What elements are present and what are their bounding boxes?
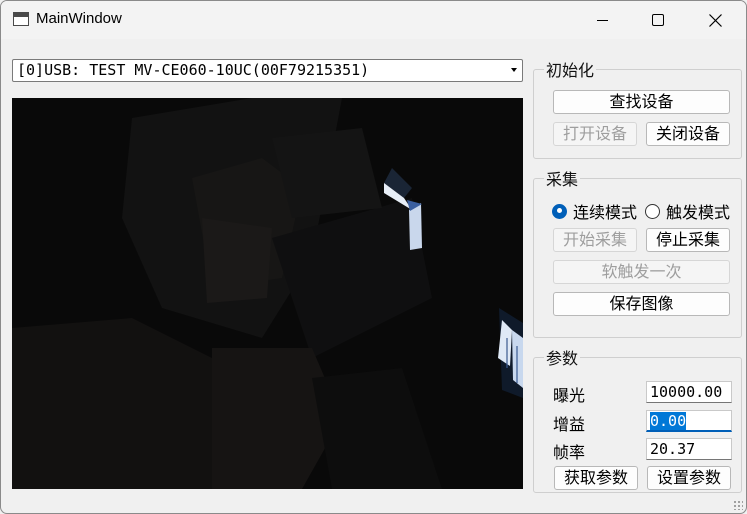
continuous-mode-label: 连续模式 xyxy=(573,203,638,221)
exposure-label: 曝光 xyxy=(553,386,586,405)
open-device-button[interactable]: 打开设备 xyxy=(553,122,637,146)
maximize-button[interactable] xyxy=(630,1,686,39)
trigger-mode-label: 触发模式 xyxy=(666,203,731,221)
window-app-icon xyxy=(13,12,29,26)
radio-unchecked-icon xyxy=(645,203,660,219)
main-window: MainWindow [0]USB: TEST MV-CE060-10UC(00… xyxy=(0,0,747,514)
radio-checked-icon xyxy=(552,203,567,219)
title-bar[interactable]: MainWindow xyxy=(1,1,746,39)
init-group-title: 初始化 xyxy=(544,57,597,81)
param-group-title: 参数 xyxy=(544,345,581,369)
close-icon xyxy=(708,13,722,27)
framerate-input[interactable]: 20.37 xyxy=(646,438,732,460)
continuous-mode-radio[interactable]: 连续模式 xyxy=(552,201,641,221)
minimize-icon xyxy=(596,19,608,21)
close-device-button[interactable]: 关闭设备 xyxy=(646,122,730,146)
find-device-button[interactable]: 查找设备 xyxy=(553,90,730,114)
resize-grip-icon[interactable] xyxy=(733,500,743,510)
soft-trigger-button[interactable]: 软触发一次 xyxy=(553,260,730,284)
gain-label: 增益 xyxy=(553,415,586,434)
gain-input[interactable]: 0.00 xyxy=(646,410,732,432)
capture-group-title: 采集 xyxy=(544,166,581,190)
chevron-down-icon[interactable] xyxy=(511,68,517,72)
device-select[interactable]: [0]USB: TEST MV-CE060-10UC(00F79215351) xyxy=(12,59,523,82)
close-button[interactable] xyxy=(687,1,743,39)
save-image-button[interactable]: 保存图像 xyxy=(553,292,730,316)
framerate-label: 帧率 xyxy=(553,443,586,462)
minimize-button[interactable] xyxy=(574,1,630,39)
device-select-value: [0]USB: TEST MV-CE060-10UC(00F79215351) xyxy=(17,61,370,79)
exposure-input[interactable]: 10000.00 xyxy=(646,381,732,403)
gain-input-value: 0.00 xyxy=(650,412,687,430)
trigger-mode-radio[interactable]: 触发模式 xyxy=(645,201,734,221)
window-title: MainWindow xyxy=(36,10,122,27)
maximize-icon xyxy=(652,14,664,26)
camera-preview xyxy=(12,98,523,489)
get-params-button[interactable]: 获取参数 xyxy=(554,466,638,490)
camera-frame-image xyxy=(12,98,523,489)
stop-capture-button[interactable]: 停止采集 xyxy=(646,228,730,252)
set-params-button[interactable]: 设置参数 xyxy=(647,466,731,490)
start-capture-button[interactable]: 开始采集 xyxy=(553,228,637,252)
